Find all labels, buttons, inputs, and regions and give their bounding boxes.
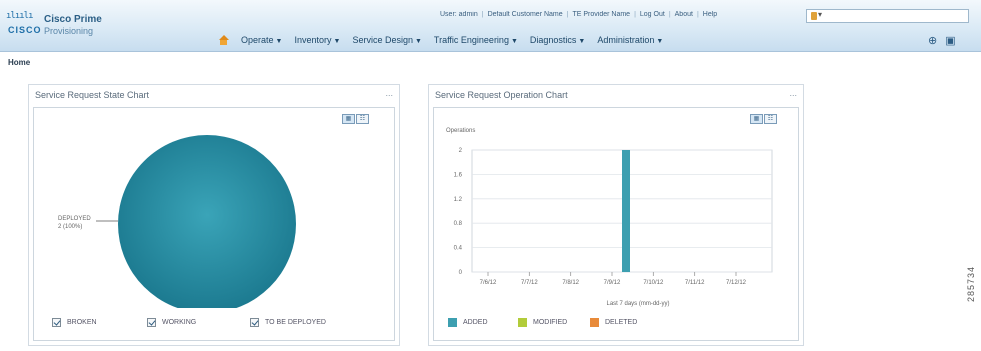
x-tick-label: 7/8/12 — [562, 280, 579, 286]
page: ılıılı CISCO Cisco Prime Provisioning Us… — [0, 0, 981, 351]
app-header: ılıılı CISCO Cisco Prime Provisioning Us… — [0, 0, 981, 52]
top-link-separator: | — [481, 11, 484, 18]
legend-item-deleted[interactable]: DELETED — [590, 318, 637, 327]
legend-swatch-deleted — [590, 318, 599, 327]
y-tick-label: 0.4 — [454, 246, 463, 252]
cisco-logo-bars-icon: ılıılı — [6, 11, 33, 21]
nav-service-design-label: Service Design — [352, 35, 413, 45]
y-tick-label: 2 — [459, 148, 463, 154]
nav-inventory-label: Inventory — [294, 35, 332, 45]
cisco-logo-text: CISCO — [8, 25, 42, 35]
search-input[interactable]: ▾ — [806, 9, 969, 23]
figure-id: 285734 — [966, 265, 976, 302]
top-links: User: admin | Default Customer Name | TE… — [440, 11, 800, 18]
top-link-help[interactable]: Help — [703, 11, 717, 18]
legend-label: BROKEN — [67, 319, 97, 326]
top-link-provider[interactable]: TE Provider Name — [572, 11, 630, 18]
nav-traffic-engineering[interactable]: Traffic Engineering ▼ — [434, 35, 518, 45]
top-link-logout[interactable]: Log Out — [640, 11, 665, 18]
y-tick-label: 0.8 — [454, 221, 463, 227]
header-right-icons: ⊕ ▣ — [928, 34, 956, 47]
legend-label: MODIFIED — [533, 319, 568, 326]
pie-chart: DEPLOYED 2 (100%) — [58, 135, 296, 308]
portlet-menu-icon[interactable]: ... — [789, 88, 797, 98]
bar-added-3[interactable] — [622, 150, 630, 272]
x-tick-label: 7/6/12 — [480, 280, 497, 286]
x-tick-label: 7/12/12 — [726, 280, 747, 286]
y-tick-label: 1.2 — [454, 197, 463, 203]
top-link-user[interactable]: User: admin — [440, 11, 478, 18]
legend-label: WORKING — [162, 319, 197, 326]
help-icon[interactable]: ⊕ — [928, 34, 937, 47]
nav-operate-label: Operate — [241, 35, 274, 45]
chart-panel: ▦ ☷ Operations Last 7 days (mm-dd-yy) 00… — [433, 107, 799, 341]
home-icon[interactable] — [218, 34, 229, 46]
legend-swatch-added — [448, 318, 457, 327]
chevron-down-icon: ▼ — [275, 38, 283, 45]
breadcrumb[interactable]: Home — [8, 58, 30, 67]
checkbox-working[interactable] — [147, 318, 156, 327]
chevron-down-icon: ▼ — [656, 38, 664, 45]
legend-item-broken[interactable]: BROKEN — [52, 318, 97, 327]
nav-diagnostics-label: Diagnostics — [529, 35, 577, 45]
nav-operate[interactable]: Operate ▼ — [241, 35, 282, 45]
top-link-separator: | — [634, 11, 636, 18]
x-tick-label: 7/7/12 — [521, 280, 538, 286]
legend-label: ADDED — [463, 319, 488, 326]
product-subtitle: Provisioning — [44, 26, 94, 36]
top-link-customer[interactable]: Default Customer Name — [488, 11, 563, 18]
nav-service-design[interactable]: Service Design ▼ — [352, 35, 421, 45]
legend-item-to-be-deployed[interactable]: TO BE DEPLOYED — [250, 318, 326, 327]
top-link-separator: | — [668, 11, 671, 18]
chevron-down-icon: ▼ — [578, 38, 586, 45]
chart-panel: ▦ ☷ DEPLOYED 2 (100%) BROKEN WORKING TO … — [33, 107, 395, 341]
pie-label-deployed: DEPLOYED — [58, 216, 91, 222]
main-nav: Operate ▼ Inventory ▼ Service Design ▼ Traf… — [218, 33, 663, 47]
top-link-separator: | — [696, 11, 699, 18]
service-request-state-portlet: Service Request State Chart ... ▦ ☷ DEPL… — [28, 84, 400, 346]
nav-diagnostics[interactable]: Diagnostics ▼ — [530, 35, 585, 45]
portlet-menu-icon[interactable]: ... — [385, 88, 393, 98]
top-link-about[interactable]: About — [675, 11, 693, 18]
cisco-logo[interactable]: ılıılı CISCO Cisco Prime Provisioning — [6, 9, 156, 41]
operations-bar-chart: Operations Last 7 days (mm-dd-yy) 0 0.4 0.… — [446, 128, 773, 307]
y-tick-label: 0 — [459, 270, 463, 276]
x-tick-label: 7/9/12 — [604, 280, 621, 286]
portlet-title: Service Request Operation Chart — [435, 90, 568, 100]
legend-item-working[interactable]: WORKING — [147, 318, 196, 327]
chevron-down-icon: ▼ — [510, 38, 518, 45]
pie-label-value: 2 (100%) — [58, 224, 82, 230]
y-axis-title: Operations — [446, 128, 475, 134]
nav-administration-label: Administration — [597, 35, 655, 45]
legend-label: DELETED — [605, 319, 638, 326]
top-link-separator: | — [566, 11, 569, 18]
lightbulb-icon[interactable] — [811, 12, 817, 20]
service-request-operation-portlet: Service Request Operation Chart ... ▦ ☷ … — [428, 84, 804, 346]
checkbox-broken[interactable] — [52, 318, 61, 327]
x-axis-title: Last 7 days (mm-dd-yy) — [606, 301, 669, 307]
legend-label: TO BE DEPLOYED — [265, 319, 326, 326]
y-tick-label: 1.6 — [454, 172, 463, 178]
nav-administration[interactable]: Administration ▼ — [597, 35, 663, 45]
x-tick-label: 7/11/12 — [685, 280, 705, 286]
nav-inventory[interactable]: Inventory ▼ — [294, 35, 340, 45]
checkbox-to-be-deployed[interactable] — [250, 318, 259, 327]
x-tick-label: 7/10/12 — [643, 280, 664, 286]
pie-slice-deployed[interactable] — [118, 135, 296, 308]
legend-item-added[interactable]: ADDED — [448, 318, 488, 327]
chevron-down-icon: ▼ — [333, 38, 341, 45]
search-dropdown-icon[interactable]: ▾ — [818, 10, 822, 19]
chevron-down-icon: ▼ — [414, 38, 422, 45]
info-icon[interactable]: ▣ — [945, 34, 955, 47]
legend-swatch-modified — [518, 318, 527, 327]
product-name: Cisco Prime — [44, 14, 102, 25]
legend-item-modified[interactable]: MODIFIED — [518, 318, 567, 327]
nav-traffic-engineering-label: Traffic Engineering — [433, 35, 509, 45]
portlet-title: Service Request State Chart — [35, 90, 150, 100]
